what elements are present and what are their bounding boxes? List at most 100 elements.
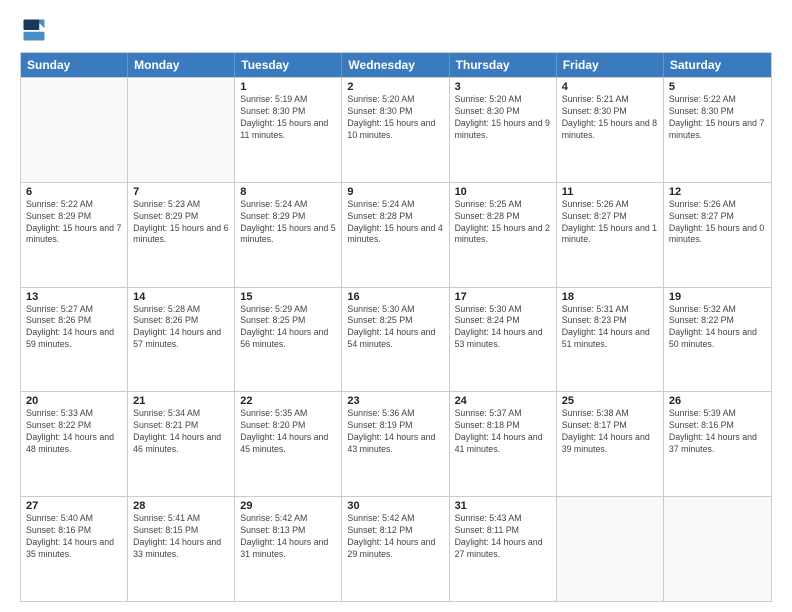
day-number: 17 [455, 291, 551, 303]
day-number: 29 [240, 500, 336, 512]
calendar-cell: 4Sunrise: 5:21 AM Sunset: 8:30 PM Daylig… [557, 78, 664, 182]
day-number: 15 [240, 291, 336, 303]
calendar-header: SundayMondayTuesdayWednesdayThursdayFrid… [21, 53, 771, 77]
calendar-body: 1Sunrise: 5:19 AM Sunset: 8:30 PM Daylig… [21, 77, 771, 601]
calendar-cell: 28Sunrise: 5:41 AM Sunset: 8:15 PM Dayli… [128, 497, 235, 601]
day-number: 4 [562, 81, 658, 93]
day-info: Sunrise: 5:23 AM Sunset: 8:29 PM Dayligh… [133, 199, 229, 247]
day-info: Sunrise: 5:35 AM Sunset: 8:20 PM Dayligh… [240, 408, 336, 456]
page: SundayMondayTuesdayWednesdayThursdayFrid… [0, 0, 792, 612]
day-info: Sunrise: 5:21 AM Sunset: 8:30 PM Dayligh… [562, 94, 658, 142]
calendar-cell [664, 497, 771, 601]
day-info: Sunrise: 5:30 AM Sunset: 8:24 PM Dayligh… [455, 304, 551, 352]
day-info: Sunrise: 5:26 AM Sunset: 8:27 PM Dayligh… [562, 199, 658, 247]
day-info: Sunrise: 5:20 AM Sunset: 8:30 PM Dayligh… [347, 94, 443, 142]
calendar-cell: 7Sunrise: 5:23 AM Sunset: 8:29 PM Daylig… [128, 183, 235, 287]
calendar-cell: 25Sunrise: 5:38 AM Sunset: 8:17 PM Dayli… [557, 392, 664, 496]
calendar-cell: 13Sunrise: 5:27 AM Sunset: 8:26 PM Dayli… [21, 288, 128, 392]
header-day: Thursday [450, 53, 557, 77]
day-number: 7 [133, 186, 229, 198]
logo [20, 16, 52, 44]
header-day: Wednesday [342, 53, 449, 77]
header-day: Tuesday [235, 53, 342, 77]
day-info: Sunrise: 5:40 AM Sunset: 8:16 PM Dayligh… [26, 513, 122, 561]
calendar-cell: 1Sunrise: 5:19 AM Sunset: 8:30 PM Daylig… [235, 78, 342, 182]
day-info: Sunrise: 5:39 AM Sunset: 8:16 PM Dayligh… [669, 408, 766, 456]
calendar-cell: 11Sunrise: 5:26 AM Sunset: 8:27 PM Dayli… [557, 183, 664, 287]
day-info: Sunrise: 5:24 AM Sunset: 8:28 PM Dayligh… [347, 199, 443, 247]
day-info: Sunrise: 5:33 AM Sunset: 8:22 PM Dayligh… [26, 408, 122, 456]
day-info: Sunrise: 5:32 AM Sunset: 8:22 PM Dayligh… [669, 304, 766, 352]
day-number: 1 [240, 81, 336, 93]
calendar-cell: 8Sunrise: 5:24 AM Sunset: 8:29 PM Daylig… [235, 183, 342, 287]
day-info: Sunrise: 5:42 AM Sunset: 8:12 PM Dayligh… [347, 513, 443, 561]
day-info: Sunrise: 5:28 AM Sunset: 8:26 PM Dayligh… [133, 304, 229, 352]
day-info: Sunrise: 5:26 AM Sunset: 8:27 PM Dayligh… [669, 199, 766, 247]
calendar-week-row: 20Sunrise: 5:33 AM Sunset: 8:22 PM Dayli… [21, 391, 771, 496]
calendar-week-row: 13Sunrise: 5:27 AM Sunset: 8:26 PM Dayli… [21, 287, 771, 392]
header-day: Sunday [21, 53, 128, 77]
calendar-cell [557, 497, 664, 601]
day-number: 12 [669, 186, 766, 198]
day-info: Sunrise: 5:25 AM Sunset: 8:28 PM Dayligh… [455, 199, 551, 247]
header-day: Monday [128, 53, 235, 77]
calendar-cell: 10Sunrise: 5:25 AM Sunset: 8:28 PM Dayli… [450, 183, 557, 287]
calendar-cell: 22Sunrise: 5:35 AM Sunset: 8:20 PM Dayli… [235, 392, 342, 496]
day-info: Sunrise: 5:31 AM Sunset: 8:23 PM Dayligh… [562, 304, 658, 352]
calendar-cell: 21Sunrise: 5:34 AM Sunset: 8:21 PM Dayli… [128, 392, 235, 496]
day-number: 23 [347, 395, 443, 407]
day-info: Sunrise: 5:38 AM Sunset: 8:17 PM Dayligh… [562, 408, 658, 456]
day-number: 10 [455, 186, 551, 198]
day-info: Sunrise: 5:29 AM Sunset: 8:25 PM Dayligh… [240, 304, 336, 352]
calendar: SundayMondayTuesdayWednesdayThursdayFrid… [20, 52, 772, 602]
day-number: 22 [240, 395, 336, 407]
day-number: 28 [133, 500, 229, 512]
day-number: 24 [455, 395, 551, 407]
calendar-week-row: 27Sunrise: 5:40 AM Sunset: 8:16 PM Dayli… [21, 496, 771, 601]
calendar-cell: 3Sunrise: 5:20 AM Sunset: 8:30 PM Daylig… [450, 78, 557, 182]
day-number: 6 [26, 186, 122, 198]
day-number: 18 [562, 291, 658, 303]
day-number: 20 [26, 395, 122, 407]
calendar-cell [21, 78, 128, 182]
header-day: Saturday [664, 53, 771, 77]
day-info: Sunrise: 5:41 AM Sunset: 8:15 PM Dayligh… [133, 513, 229, 561]
calendar-cell: 14Sunrise: 5:28 AM Sunset: 8:26 PM Dayli… [128, 288, 235, 392]
day-number: 3 [455, 81, 551, 93]
calendar-cell: 23Sunrise: 5:36 AM Sunset: 8:19 PM Dayli… [342, 392, 449, 496]
day-info: Sunrise: 5:43 AM Sunset: 8:11 PM Dayligh… [455, 513, 551, 561]
header-day: Friday [557, 53, 664, 77]
day-info: Sunrise: 5:27 AM Sunset: 8:26 PM Dayligh… [26, 304, 122, 352]
day-number: 26 [669, 395, 766, 407]
calendar-cell: 29Sunrise: 5:42 AM Sunset: 8:13 PM Dayli… [235, 497, 342, 601]
calendar-cell: 9Sunrise: 5:24 AM Sunset: 8:28 PM Daylig… [342, 183, 449, 287]
day-info: Sunrise: 5:22 AM Sunset: 8:30 PM Dayligh… [669, 94, 766, 142]
day-info: Sunrise: 5:36 AM Sunset: 8:19 PM Dayligh… [347, 408, 443, 456]
day-info: Sunrise: 5:42 AM Sunset: 8:13 PM Dayligh… [240, 513, 336, 561]
day-number: 27 [26, 500, 122, 512]
calendar-cell: 24Sunrise: 5:37 AM Sunset: 8:18 PM Dayli… [450, 392, 557, 496]
day-number: 9 [347, 186, 443, 198]
day-number: 19 [669, 291, 766, 303]
day-info: Sunrise: 5:24 AM Sunset: 8:29 PM Dayligh… [240, 199, 336, 247]
calendar-cell: 15Sunrise: 5:29 AM Sunset: 8:25 PM Dayli… [235, 288, 342, 392]
day-info: Sunrise: 5:30 AM Sunset: 8:25 PM Dayligh… [347, 304, 443, 352]
calendar-cell: 20Sunrise: 5:33 AM Sunset: 8:22 PM Dayli… [21, 392, 128, 496]
calendar-cell: 26Sunrise: 5:39 AM Sunset: 8:16 PM Dayli… [664, 392, 771, 496]
calendar-cell [128, 78, 235, 182]
day-number: 2 [347, 81, 443, 93]
day-info: Sunrise: 5:19 AM Sunset: 8:30 PM Dayligh… [240, 94, 336, 142]
day-number: 14 [133, 291, 229, 303]
day-info: Sunrise: 5:37 AM Sunset: 8:18 PM Dayligh… [455, 408, 551, 456]
calendar-cell: 18Sunrise: 5:31 AM Sunset: 8:23 PM Dayli… [557, 288, 664, 392]
calendar-cell: 16Sunrise: 5:30 AM Sunset: 8:25 PM Dayli… [342, 288, 449, 392]
day-number: 11 [562, 186, 658, 198]
day-number: 25 [562, 395, 658, 407]
calendar-cell: 5Sunrise: 5:22 AM Sunset: 8:30 PM Daylig… [664, 78, 771, 182]
day-number: 21 [133, 395, 229, 407]
day-info: Sunrise: 5:34 AM Sunset: 8:21 PM Dayligh… [133, 408, 229, 456]
header [20, 16, 772, 44]
calendar-week-row: 6Sunrise: 5:22 AM Sunset: 8:29 PM Daylig… [21, 182, 771, 287]
calendar-cell: 27Sunrise: 5:40 AM Sunset: 8:16 PM Dayli… [21, 497, 128, 601]
day-number: 31 [455, 500, 551, 512]
